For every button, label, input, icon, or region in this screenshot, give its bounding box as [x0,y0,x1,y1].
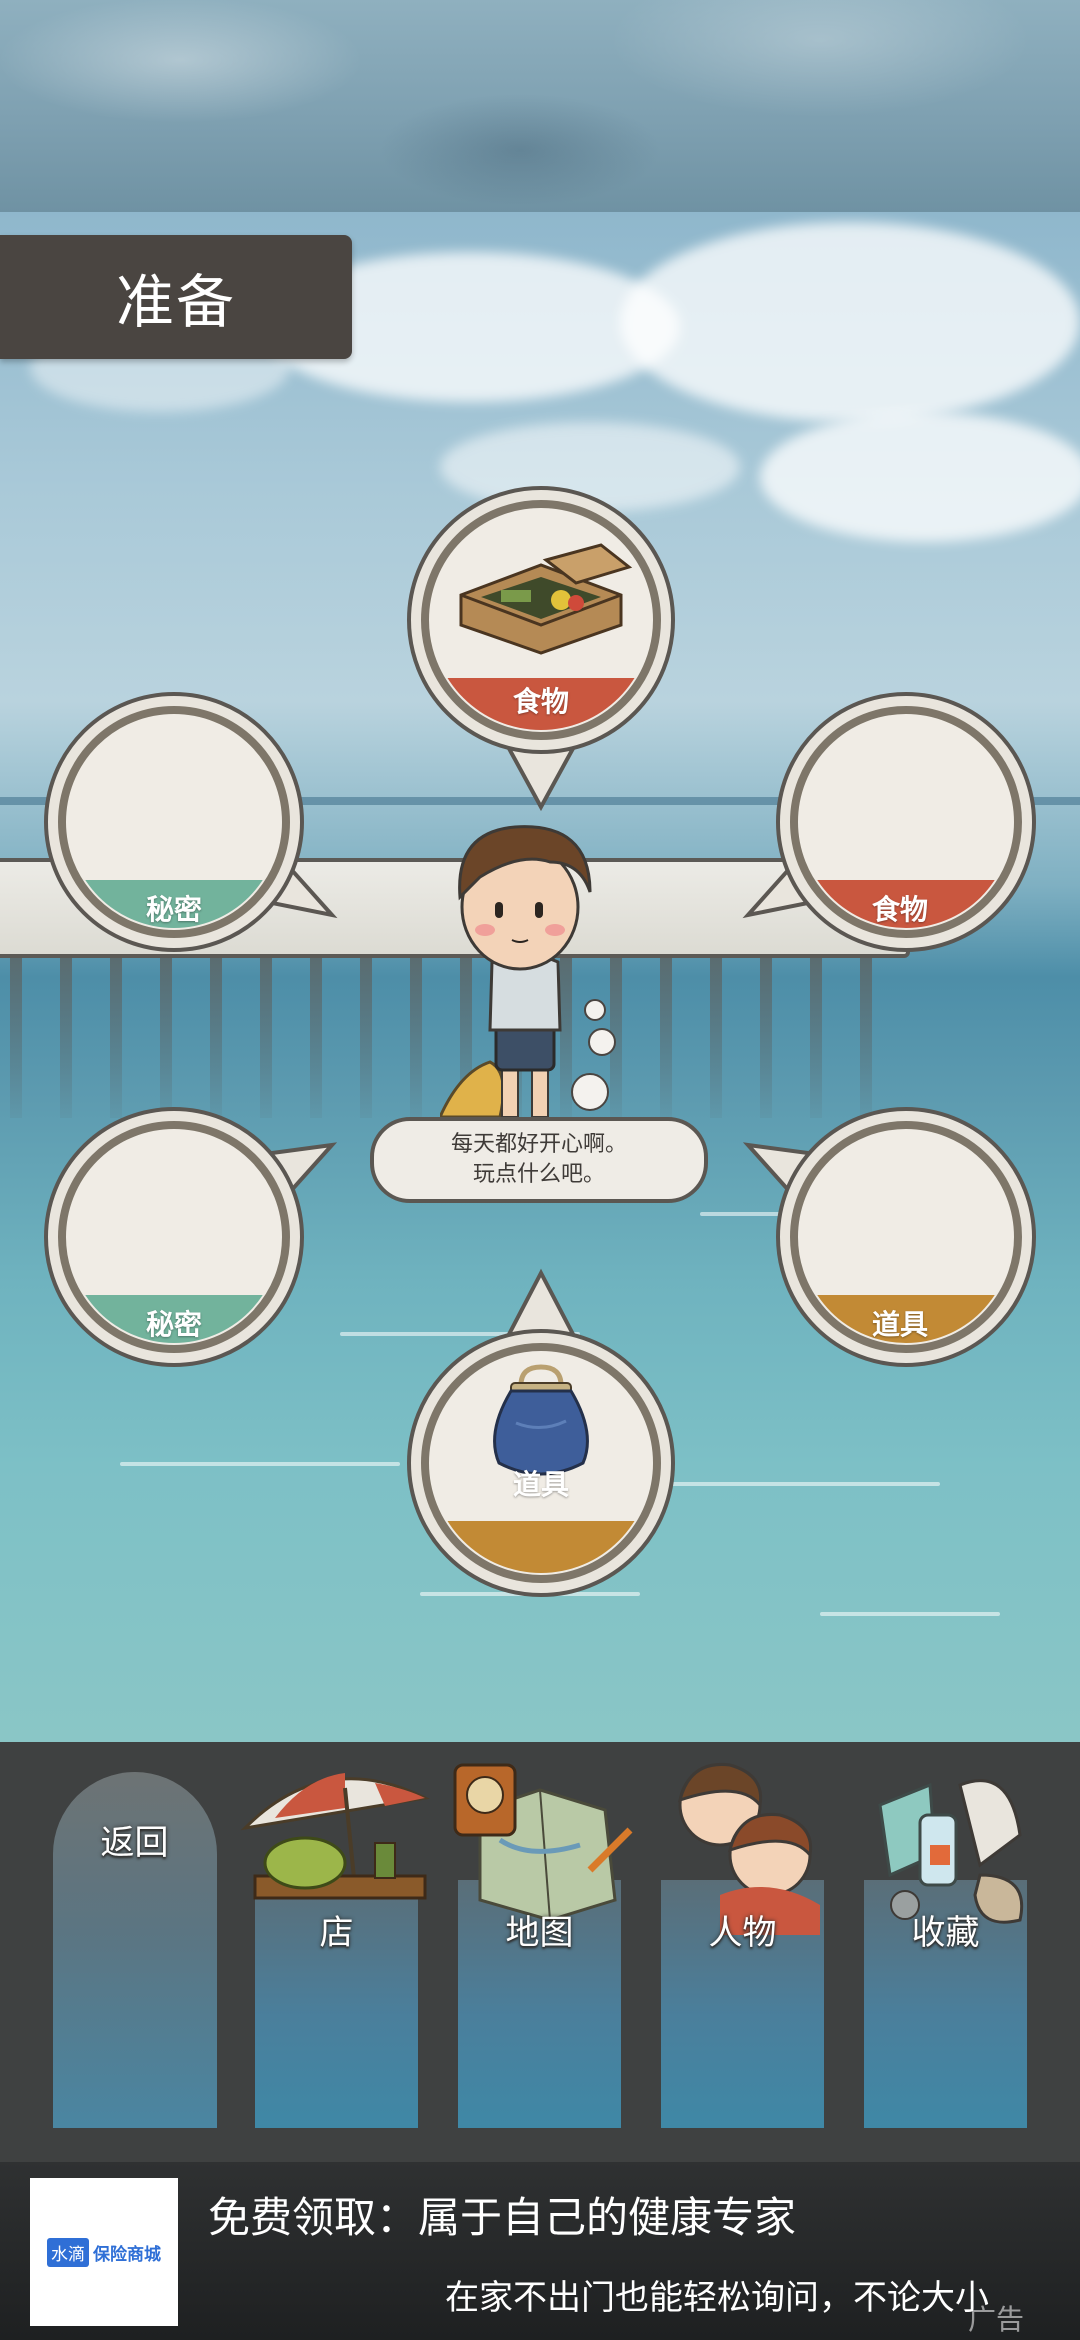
bento-box-icon [459,543,633,655]
nav-collection-label[interactable]: 收藏 [864,1905,1027,1954]
ad-logo-text: 保险商城 [93,2244,161,2265]
slot-food-top-label: 食物 [512,685,569,718]
ad-title[interactable]: 免费领取：属于自己的健康专家 [208,2184,796,2245]
page-title: 准备 [115,268,236,336]
speech-line-2: 玩点什么吧。 [472,1162,605,1187]
nav-people-label[interactable]: 人物 [661,1905,824,1954]
ad-logo[interactable]: 水滴 保险商城 [30,2178,178,2326]
slot-tool-bottom-label: 道具 [512,1468,569,1501]
slot-food-upper-right-label: 食物 [871,893,928,926]
nav-map-label[interactable]: 地图 [458,1905,621,1954]
slot-tool-lower-right[interactable]: 道具 [738,1105,1036,1385]
slot-food-upper-right[interactable]: 食物 [738,690,1036,970]
character-speech-bubble: 每天都好开心啊。 玩点什么吧。 [370,1117,708,1203]
slot-tool-lower-right-label: 道具 [871,1308,928,1341]
ad-logo-badge: 水滴 [47,2237,89,2267]
slot-secret-lower-left[interactable]: 秘密 [42,1105,338,1385]
back-button-label: 返回 [100,1823,169,1863]
ad-tag: 广告 [968,2303,1025,2336]
slot-secret-lower-left-label: 秘密 [145,1308,202,1341]
top-sky-strip [0,0,1080,212]
speech-line-1: 每天都好开心啊。 [450,1132,627,1157]
slot-secret-upper-left[interactable]: 秘密 [42,690,338,970]
page-title-banner: 准备 [0,235,352,359]
nav-shop-label[interactable]: 店 [255,1905,418,1954]
slot-food-top[interactable]: 食物 [401,485,681,812]
slot-secret-upper-left-label: 秘密 [145,893,202,926]
slot-tool-bottom[interactable]: 道具 [401,1268,681,1597]
